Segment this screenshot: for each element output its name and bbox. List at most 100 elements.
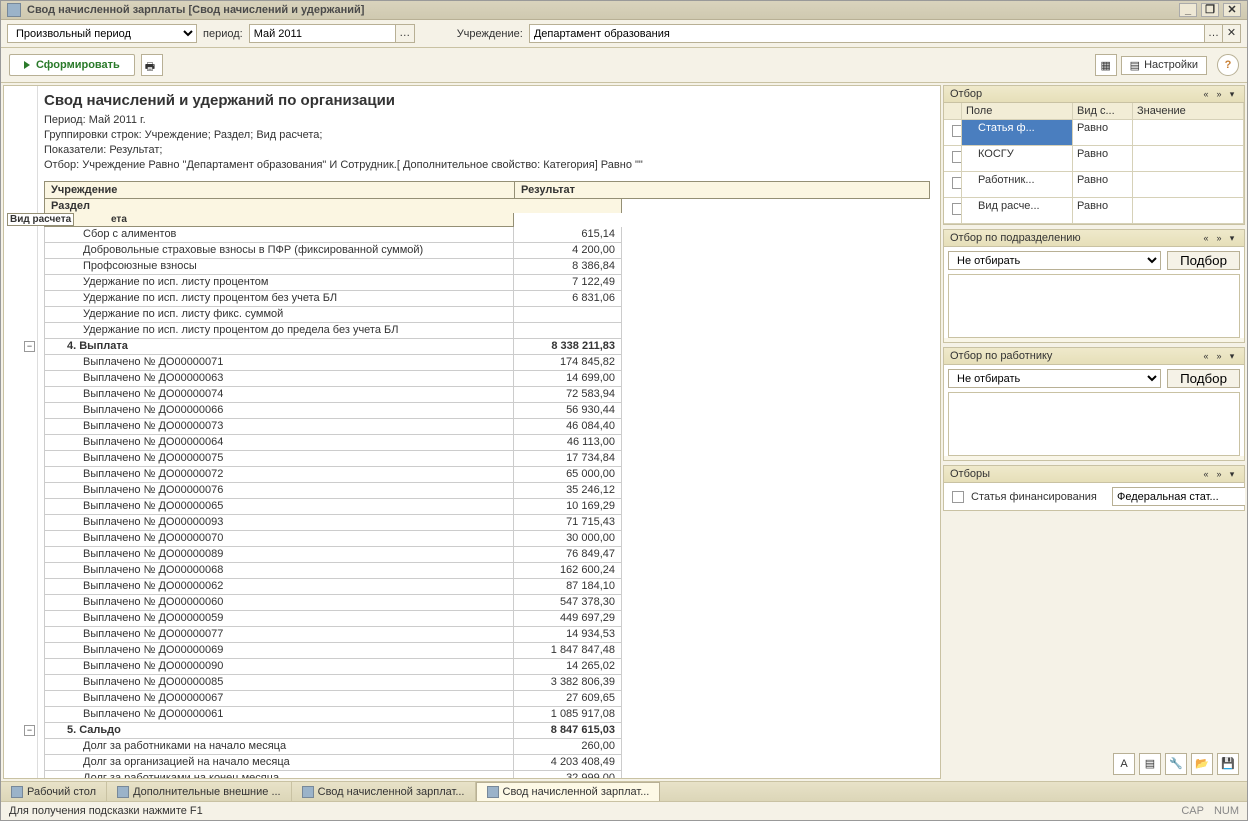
panel-right-button[interactable]: » — [1213, 469, 1225, 480]
employee-pick-button[interactable]: Подбор — [1167, 369, 1240, 388]
filter-row-cond[interactable]: Равно — [1073, 198, 1133, 224]
maximize-button[interactable]: ❐ — [1201, 3, 1219, 17]
filter-row-checkbox[interactable] — [944, 198, 962, 224]
filter-row-field[interactable]: Вид расче... — [962, 198, 1073, 224]
panel-down-button[interactable]: ▾ — [1226, 233, 1238, 244]
panel-down-button[interactable]: ▾ — [1226, 469, 1238, 480]
report-cell-label: Выплачено № ДО00000076 — [45, 483, 514, 499]
report-cell-value: 71 715,43 — [514, 515, 622, 531]
panel-right-button[interactable]: » — [1213, 233, 1225, 244]
report-cell-value: 14 699,00 — [514, 371, 622, 387]
report-scroll[interactable]: Свод начислений и удержаний по организац… — [4, 86, 940, 778]
panel-left-button[interactable]: « — [1200, 89, 1212, 100]
filter-row-value[interactable] — [1133, 146, 1244, 172]
help-button[interactable]: ? — [1217, 54, 1239, 76]
report-cell-value: 4 203 408,49 — [514, 755, 622, 771]
side-panel: Отбор «»▾ ПолеВид с...ЗначениеСтатья ф..… — [943, 85, 1245, 779]
period-mode-select[interactable]: Произвольный период — [7, 24, 197, 43]
form-button[interactable]: Сформировать — [9, 54, 135, 76]
window-tab-active[interactable]: Свод начисленной зарплат... — [476, 782, 661, 801]
filter-row-field[interactable]: Статья ф... — [962, 120, 1073, 146]
org-input[interactable] — [529, 24, 1205, 43]
org-dialog-button[interactable]: … — [1205, 24, 1223, 43]
window-tab[interactable]: Рабочий стол — [1, 782, 107, 801]
report-cell-value: 46 084,40 — [514, 419, 622, 435]
report-cell-label: Удержание по исп. листу процентом — [45, 275, 514, 291]
layout-button[interactable]: ▤ — [1139, 753, 1161, 775]
report-cell-label: Выплачено № ДО00000067 — [45, 691, 514, 707]
save-button[interactable]: 💾 — [1217, 753, 1239, 775]
filter-item-value-field[interactable]: … ✕ — [1112, 487, 1240, 506]
report-cell-label: Выплачено № ДО00000089 — [45, 547, 514, 563]
open-button[interactable]: 📂 — [1191, 753, 1213, 775]
panel-left-button[interactable]: « — [1200, 469, 1212, 480]
panel-left-button[interactable]: « — [1200, 233, 1212, 244]
minimize-button[interactable]: _ — [1179, 3, 1197, 17]
panel-down-button[interactable]: ▾ — [1226, 89, 1238, 100]
panel-down-button[interactable]: ▾ — [1226, 351, 1238, 362]
font-button[interactable]: A — [1113, 753, 1135, 775]
wrench-button[interactable]: 🔧 — [1165, 753, 1187, 775]
report-cell-value: 76 849,47 — [514, 547, 622, 563]
report-cell-value: 1 847 847,48 — [514, 643, 622, 659]
org-label: Учреждение: — [457, 28, 523, 40]
report-table: Сбор с алиментов615,14Добровольные страх… — [44, 227, 622, 778]
table-view-button[interactable]: ▦ — [1095, 54, 1117, 76]
sub3-dropdown-label[interactable]: Вид расчета — [7, 213, 74, 226]
filter-grid[interactable]: ПолеВид с...ЗначениеСтатья ф...РавноКОСГ… — [944, 103, 1244, 224]
filter-row-field[interactable]: КОСГУ — [962, 146, 1073, 172]
window-tabs: Рабочий стол Дополнительные внешние ... … — [1, 781, 1247, 801]
panel-right-button[interactable]: » — [1213, 351, 1225, 362]
filter-row-value[interactable] — [1133, 198, 1244, 224]
print-button[interactable]: 🖶 — [141, 54, 163, 76]
employee-mode-select[interactable]: Не отбирать — [948, 369, 1161, 388]
report-cell-label: Профсоюзные взносы — [45, 259, 514, 275]
report-cell-label: Выплачено № ДО00000071 — [45, 355, 514, 371]
report-cell-value: 30 000,00 — [514, 531, 622, 547]
report-cell-label: Добровольные страховые взносы в ПФР (фик… — [45, 243, 514, 259]
org-field[interactable]: … ✕ — [529, 24, 1241, 43]
filter-row-field[interactable]: Работник... — [962, 172, 1073, 198]
close-button[interactable]: ✕ — [1223, 3, 1241, 17]
period-label: период: — [203, 28, 243, 40]
report-cell-label: Сбор с алиментов — [45, 227, 514, 243]
org-clear-button[interactable]: ✕ — [1223, 24, 1241, 43]
fold-toggle[interactable] — [24, 341, 35, 352]
panel-left-button[interactable]: « — [1200, 351, 1212, 362]
period-field[interactable]: ▾ — [249, 24, 389, 43]
period-input[interactable] — [249, 24, 401, 43]
main-window: Свод начисленной зарплаты [Свод начислен… — [0, 0, 1248, 821]
report-cell-label: Выплачено № ДО00000064 — [45, 435, 514, 451]
report-cell-value: 72 583,94 — [514, 387, 622, 403]
fold-toggle[interactable] — [24, 725, 35, 736]
subdiv-listbox[interactable] — [948, 274, 1240, 338]
report-cell-value: 3 382 806,39 — [514, 675, 622, 691]
subdiv-pick-button[interactable]: Подбор — [1167, 251, 1240, 270]
settings-button[interactable]: ▤ Настройки — [1121, 56, 1207, 75]
report-cell-value: 615,14 — [514, 227, 622, 243]
employee-listbox[interactable] — [948, 392, 1240, 456]
report-cell-value: 8 847 615,03 — [514, 723, 622, 739]
filters-panel-label: Отборы — [950, 468, 1200, 480]
filter-row-checkbox[interactable] — [944, 146, 962, 172]
window-tab[interactable]: Дополнительные внешние ... — [107, 782, 292, 801]
subdiv-mode-select[interactable]: Не отбирать — [948, 251, 1161, 270]
report-cell-label: Долг за работниками на конец месяца — [45, 771, 514, 779]
period-dialog-button[interactable]: … — [395, 24, 415, 43]
panel-right-button[interactable]: » — [1213, 89, 1225, 100]
filter-row-cond[interactable]: Равно — [1073, 172, 1133, 198]
filter-row-cond[interactable]: Равно — [1073, 146, 1133, 172]
filter-row-checkbox[interactable] — [944, 172, 962, 198]
tab-icon — [487, 786, 499, 798]
filter-row-checkbox[interactable] — [944, 120, 962, 146]
filter-panel-title: Отбор «»▾ — [944, 86, 1244, 103]
report-cell-value: 27 609,65 — [514, 691, 622, 707]
filter-item-value-input[interactable] — [1112, 487, 1245, 506]
status-bar: Для получения подсказки нажмите F1 CAP N… — [1, 801, 1247, 820]
filter-row-value[interactable] — [1133, 120, 1244, 146]
filter-row-cond[interactable]: Равно — [1073, 120, 1133, 146]
filter-header-cell: Поле — [962, 103, 1073, 120]
filter-row-value[interactable] — [1133, 172, 1244, 198]
filter-item-checkbox[interactable] — [952, 491, 964, 503]
window-tab[interactable]: Свод начисленной зарплат... — [292, 782, 476, 801]
